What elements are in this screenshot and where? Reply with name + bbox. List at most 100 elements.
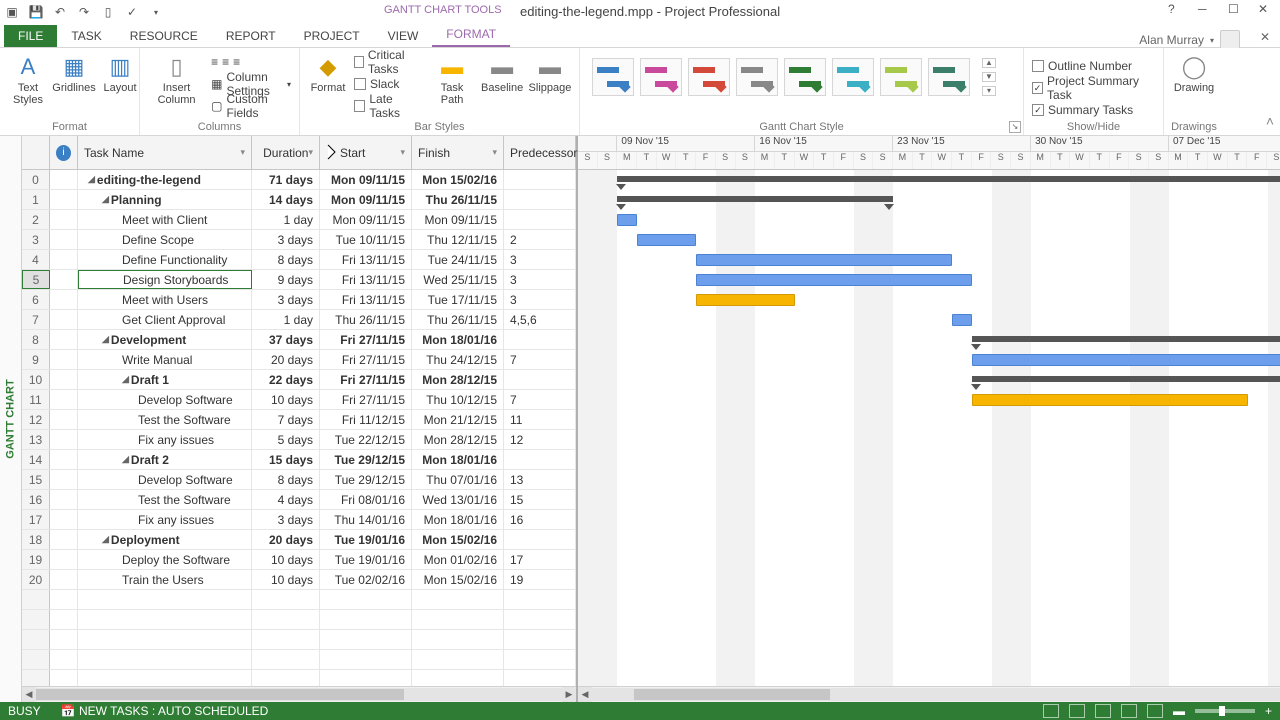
help-icon[interactable]: ? [1168,2,1186,20]
task-name-cell[interactable]: Fix any issues [78,430,252,449]
table-row[interactable]: 18 ◢Deployment 20 days Tue 19/01/16 Mon … [22,530,576,550]
undo-icon[interactable]: ↶ [52,4,68,20]
start-cell[interactable]: Fri 08/01/16 [320,490,412,509]
duration-cell[interactable]: 10 days [252,390,320,409]
duration-cell[interactable]: 7 days [252,410,320,429]
finish-cell[interactable]: Mon 21/12/15 [412,410,504,429]
gantt-bar[interactable] [696,294,795,306]
status-new-tasks[interactable]: 📅 NEW TASKS : AUTO SCHEDULED [61,704,269,718]
duration-cell[interactable]: 10 days [252,550,320,569]
gantt-style-item-3[interactable] [736,58,778,96]
view-calendar-icon[interactable] [1121,704,1137,718]
table-row-empty[interactable] [22,670,576,686]
start-cell[interactable]: Fri 13/11/15 [320,250,412,269]
task-name-cell[interactable]: ◢Planning [78,190,252,209]
tab-project[interactable]: PROJECT [290,25,374,47]
row-number[interactable]: 18 [22,530,50,549]
format-button[interactable]: ◆Format [308,52,348,116]
start-cell[interactable]: Tue 19/01/16 [320,530,412,549]
tab-task[interactable]: TASK [57,25,115,47]
tab-file[interactable]: FILE [4,25,57,47]
task-name-header[interactable]: Task Name▾ [78,136,252,169]
start-cell[interactable]: Tue 29/12/15 [320,470,412,489]
text-styles-button[interactable]: AText Styles [8,52,48,108]
predecessors-cell[interactable]: 3 [504,270,576,289]
table-row[interactable]: 1 ◢Planning 14 days Mon 09/11/15 Thu 26/… [22,190,576,210]
table-row[interactable]: 12 Test the Software 7 days Fri 11/12/15… [22,410,576,430]
indicator-header[interactable]: i [50,136,78,169]
gantt-scroll-left-icon[interactable]: ◀ [578,687,592,702]
minimize-icon[interactable]: ─ [1198,2,1216,20]
gantt-bar[interactable] [637,234,696,246]
gantt-style-item-2[interactable] [688,58,730,96]
gallery-up-icon[interactable]: ▲ [982,58,996,68]
predecessors-cell[interactable] [504,210,576,229]
duration-cell[interactable]: 15 days [252,450,320,469]
duration-cell[interactable]: 22 days [252,370,320,389]
row-number[interactable]: 4 [22,250,50,269]
row-number[interactable]: 3 [22,230,50,249]
row-number[interactable]: 20 [22,570,50,589]
duration-cell[interactable]: 37 days [252,330,320,349]
task-name-cell[interactable]: Develop Software [78,470,252,489]
tab-report[interactable]: REPORT [212,25,290,47]
user-account[interactable]: Alan Murray ▾ [1139,30,1240,50]
gantt-bar[interactable] [617,214,637,226]
predecessors-cell[interactable]: 7 [504,390,576,409]
gantt-style-item-6[interactable] [880,58,922,96]
table-row[interactable]: 4 Define Functionality 8 days Fri 13/11/… [22,250,576,270]
gantt-bar[interactable] [972,336,1280,342]
start-cell[interactable]: Fri 27/11/15 [320,390,412,409]
row-number[interactable]: 19 [22,550,50,569]
table-row-empty[interactable] [22,590,576,610]
task-name-cell[interactable]: Develop Software [78,390,252,409]
finish-cell[interactable]: Mon 28/12/15 [412,370,504,389]
slippage-button[interactable]: ▬Slippage [529,52,571,116]
gantt-bar[interactable] [617,176,1280,182]
row-number[interactable]: 9 [22,350,50,369]
start-cell[interactable]: Fri 27/11/15 [320,350,412,369]
table-row[interactable]: 17 Fix any issues 3 days Thu 14/01/16 Mo… [22,510,576,530]
duration-cell[interactable]: 14 days [252,190,320,209]
duration-cell[interactable]: 5 days [252,430,320,449]
outline-number-checkbox[interactable] [1032,60,1044,72]
finish-cell[interactable]: Tue 17/11/15 [412,290,504,309]
gantt-bar[interactable] [972,376,1280,382]
finish-cell[interactable]: Thu 10/12/15 [412,390,504,409]
finish-cell[interactable]: Thu 26/11/15 [412,310,504,329]
task-name-cell[interactable]: ◢editing-the-legend [78,170,252,189]
start-cell[interactable]: Mon 09/11/15 [320,210,412,229]
predecessors-header[interactable]: Predecessor▾ [504,136,576,169]
predecessors-cell[interactable]: 3 [504,290,576,309]
duration-cell[interactable]: 3 days [252,230,320,249]
maximize-icon[interactable]: ☐ [1228,2,1246,20]
zoom-slider[interactable] [1195,709,1255,713]
qat-icon-1[interactable]: ▯ [100,4,116,20]
predecessors-cell[interactable]: 17 [504,550,576,569]
view-usage-icon[interactable] [1069,704,1085,718]
gantt-hscroll[interactable]: ◀ ▶ [578,686,1280,702]
task-path-button[interactable]: ▬Task Path [429,52,475,116]
predecessors-cell[interactable]: 13 [504,470,576,489]
predecessors-cell[interactable]: 16 [504,510,576,529]
task-name-cell[interactable]: Define Functionality [78,250,252,269]
predecessors-cell[interactable] [504,530,576,549]
view-network-icon[interactable] [1095,704,1111,718]
start-cell[interactable]: Tue 10/11/15 [320,230,412,249]
row-number[interactable]: 1 [22,190,50,209]
task-name-cell[interactable]: Meet with Client [78,210,252,229]
gantt-style-item-0[interactable] [592,58,634,96]
duration-cell[interactable]: 8 days [252,470,320,489]
duration-cell[interactable]: 1 day [252,210,320,229]
zoom-in-icon[interactable]: + [1265,704,1272,718]
task-name-cell[interactable]: Test the Software [78,490,252,509]
column-settings-button[interactable]: ▦Column Settings▾ [211,74,291,94]
table-row[interactable]: 0 ◢editing-the-legend 71 days Mon 09/11/… [22,170,576,190]
align-buttons[interactable]: ≡≡≡ [211,52,291,72]
predecessors-cell[interactable]: 19 [504,570,576,589]
tab-format[interactable]: FORMAT [432,23,510,47]
predecessors-cell[interactable] [504,450,576,469]
start-cell[interactable]: Tue 19/01/16 [320,550,412,569]
table-row[interactable]: 7 Get Client Approval 1 day Thu 26/11/15… [22,310,576,330]
task-name-cell[interactable]: Train the Users [78,570,252,589]
